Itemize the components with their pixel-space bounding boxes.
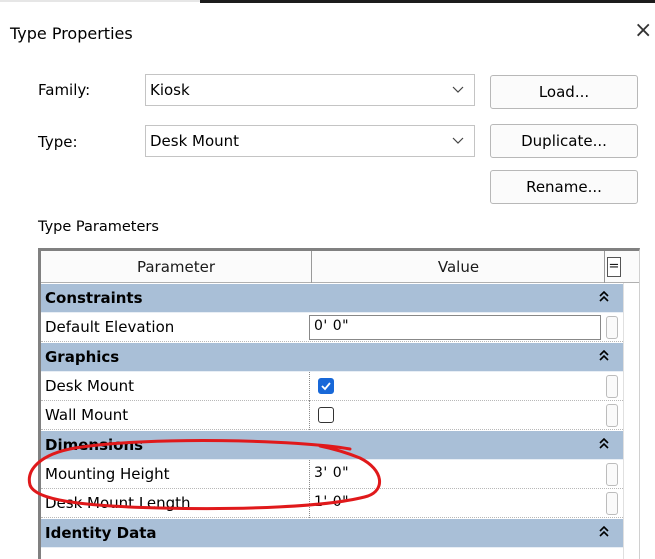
default-elevation-input[interactable]: 0' 0" (309, 315, 601, 340)
window-top-border (200, 0, 655, 3)
param-name: Desk Mount Length (45, 494, 191, 512)
family-dropdown[interactable]: Kiosk (145, 74, 475, 106)
param-value-cell[interactable]: 3' 0" (309, 460, 603, 489)
param-name: Default Elevation (45, 318, 175, 336)
group-label: Identity Data (45, 524, 157, 542)
grid-header: Parameter Value = (41, 251, 639, 283)
window-edge (0, 0, 200, 2)
chevron-down-icon (452, 82, 464, 100)
duplicate-button[interactable]: Duplicate... (490, 124, 638, 158)
group-label: Constraints (45, 289, 143, 307)
group-identity-data[interactable]: Identity Data (41, 519, 623, 548)
rename-button[interactable]: Rename... (490, 170, 638, 204)
formula-column-header[interactable]: = (607, 257, 621, 277)
chevron-down-icon (452, 133, 464, 151)
param-name: Wall Mount (45, 406, 129, 424)
family-value: Kiosk (150, 81, 190, 99)
formula-button[interactable] (606, 316, 618, 339)
group-label: Graphics (45, 348, 120, 366)
param-value-cell[interactable]: 1' 0" (309, 489, 603, 518)
param-value: 1' 0" (314, 494, 350, 510)
param-value: 3' 0" (314, 465, 350, 481)
type-dropdown[interactable]: Desk Mount (145, 125, 475, 157)
dialog-title: Type Properties (10, 24, 133, 43)
parameter-column-header[interactable]: Parameter (41, 251, 312, 283)
param-value-cell[interactable]: 0' 0" (309, 313, 603, 342)
group-constraints[interactable]: Constraints (41, 284, 623, 313)
desk-mount-checkbox[interactable] (318, 378, 334, 394)
type-parameters-title: Type Parameters (38, 219, 159, 235)
param-row-wall-mount: Wall Mount (41, 401, 623, 430)
formula-button[interactable] (606, 463, 618, 486)
param-name: Mounting Height (45, 465, 170, 483)
close-icon[interactable]: × (634, 18, 652, 43)
vertical-scrollbar[interactable] (623, 283, 639, 559)
collapse-icon[interactable] (599, 290, 609, 306)
param-row-mounting-height: Mounting Height 3' 0" (41, 460, 623, 489)
param-value-cell (309, 401, 603, 430)
group-dimensions[interactable]: Dimensions (41, 431, 623, 460)
type-label: Type: (38, 133, 78, 151)
group-label: Dimensions (45, 436, 144, 454)
type-value: Desk Mount (150, 132, 240, 150)
param-value: 0' 0" (314, 318, 350, 334)
param-row-desk-mount-length: Desk Mount Length 1' 0" (41, 489, 623, 518)
family-label: Family: (38, 81, 91, 99)
formula-button[interactable] (606, 492, 618, 515)
param-row-desk-mount: Desk Mount (41, 372, 623, 401)
wall-mount-checkbox[interactable] (318, 407, 334, 423)
value-column-header[interactable]: Value (313, 251, 605, 283)
param-value-cell (309, 372, 603, 401)
formula-button[interactable] (606, 375, 618, 398)
collapse-icon[interactable] (599, 349, 609, 365)
group-graphics[interactable]: Graphics (41, 343, 623, 372)
load-button[interactable]: Load... (490, 75, 638, 109)
collapse-icon[interactable] (599, 437, 609, 453)
type-parameters-grid: Parameter Value = Constraints Default El… (38, 248, 640, 559)
formula-button[interactable] (606, 404, 618, 427)
collapse-icon[interactable] (599, 525, 609, 541)
param-name: Desk Mount (45, 377, 135, 395)
param-row-default-elevation: Default Elevation 0' 0" (41, 313, 623, 342)
